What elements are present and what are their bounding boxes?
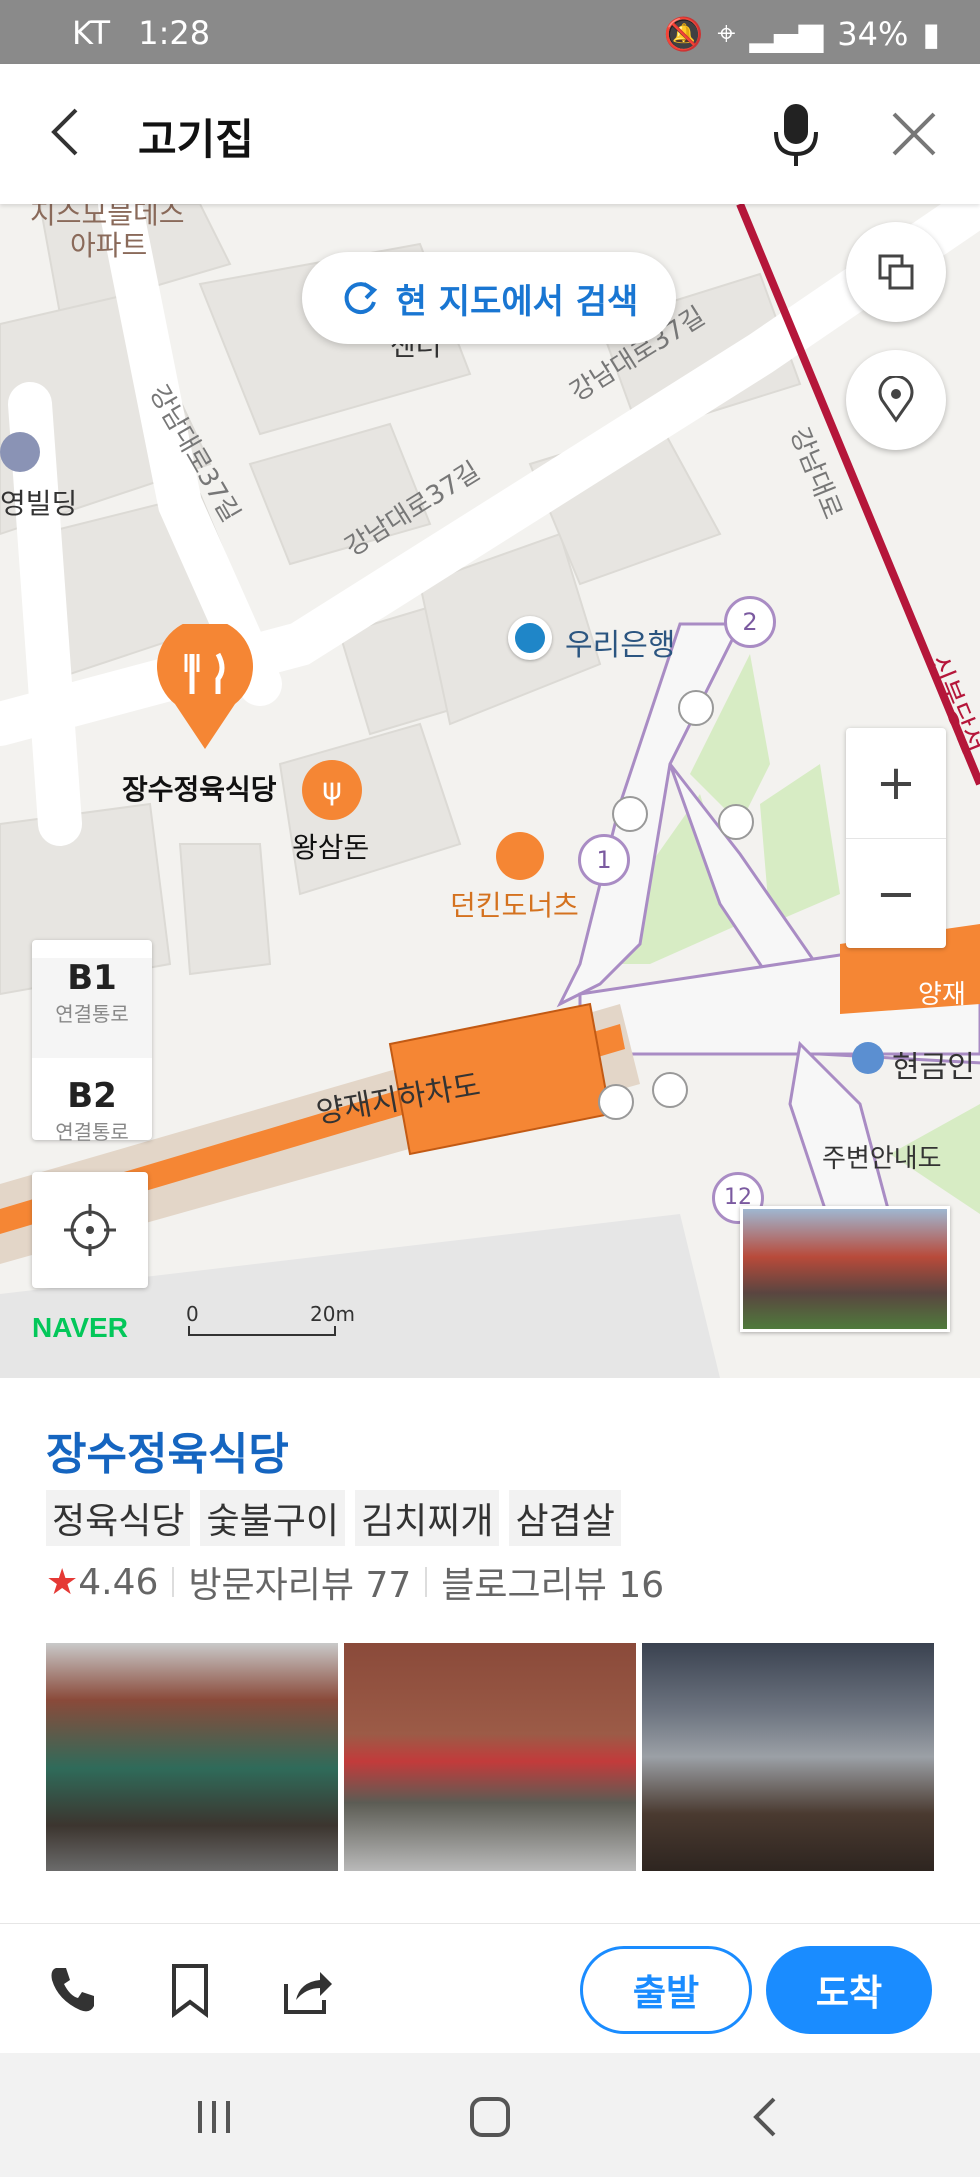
close-icon: [892, 112, 936, 156]
share-icon: [284, 1972, 332, 2014]
voice-search-button[interactable]: [766, 100, 826, 170]
exit-marker-1[interactable]: 1: [578, 834, 630, 886]
system-back-button[interactable]: [746, 2095, 786, 2139]
map-label-restaurant-2[interactable]: 왕삼돈: [292, 826, 369, 866]
building-icon: [0, 432, 40, 472]
visitor-reviews[interactable]: 방문자리뷰 77: [188, 1556, 411, 1608]
place-photos: [46, 1643, 934, 1871]
mute-icon: 🔕: [663, 14, 704, 53]
place-tags: 정육식당 숯불구이 김치찌개 삼겹살: [46, 1490, 621, 1546]
save-button[interactable]: [166, 1962, 214, 2018]
floor-selector: B1 연결통로 B2 연결통로: [32, 940, 152, 1144]
cafe-pin[interactable]: [496, 832, 544, 880]
location-icon: ⌖: [717, 14, 736, 52]
bank-icon: [508, 616, 552, 660]
map-scale: 0 20m: [186, 1302, 355, 1338]
map-label-yang: 양재: [918, 980, 966, 1010]
depart-button[interactable]: 출발: [580, 1946, 752, 2034]
floor-b1[interactable]: B1 연결통로: [32, 958, 152, 1058]
bookmark-icon: [172, 1964, 208, 2018]
scale-zero: 0: [186, 1302, 199, 1326]
search-query[interactable]: 고기집: [138, 106, 254, 167]
restroom-icon: [652, 1072, 688, 1108]
naver-logo: NAVER: [32, 1312, 128, 1343]
my-location-button[interactable]: [32, 1172, 148, 1288]
map-label-restaurant-main[interactable]: 장수정육식당: [122, 768, 277, 808]
home-button[interactable]: [466, 2093, 514, 2141]
recent-apps-icon: [198, 2101, 230, 2133]
clock: 1:28: [138, 14, 211, 52]
place-name[interactable]: 장수정육식당: [46, 1418, 289, 1482]
map-label-apartment: 아파트: [70, 229, 148, 262]
place-tag: 숯불구이: [200, 1490, 345, 1546]
clear-button[interactable]: [884, 104, 944, 164]
scale-distance: 20m: [310, 1302, 355, 1326]
place-tag: 삼겹살: [509, 1490, 621, 1546]
map-label-building: 영빌딩: [0, 487, 78, 520]
arrive-button[interactable]: 도착: [766, 1946, 932, 2034]
floor-level: B2: [67, 1076, 117, 1116]
fork-knife-icon: [157, 618, 253, 749]
action-bar: 출발 도착: [0, 1923, 980, 2054]
carrier-label: KT: [72, 14, 111, 52]
stairs-icon: [718, 804, 754, 840]
system-nav-bar: [0, 2053, 980, 2177]
map-label-donut[interactable]: 던킨도너츠: [450, 884, 579, 924]
place-photo[interactable]: [46, 1643, 338, 1871]
search-this-area-button[interactable]: 현 지도에서 검색: [302, 252, 676, 344]
street-view-thumbnail[interactable]: [740, 1206, 950, 1332]
map-view[interactable]: 지스모블데스 아파트 센터 영빌딩 강남대로37길 강남대로37길 강남대로37…: [0, 204, 980, 1378]
home-icon: [470, 2097, 510, 2137]
restaurant-pin-main[interactable]: [150, 618, 260, 754]
phone-icon: [51, 1968, 94, 2012]
place-tag: 김치찌개: [354, 1490, 500, 1546]
map-label-info: 주변안내도: [822, 1144, 942, 1174]
signal-icon: ▂▄▆: [749, 14, 824, 53]
chevron-left-icon: [753, 2097, 776, 2137]
crosshair-icon: [64, 1204, 116, 1256]
floor-label: 연결통로: [55, 1120, 129, 1144]
place-card[interactable]: 장수정육식당 정육식당 숯불구이 김치찌개 삼겹살 ★4.46 방문자리뷰 77…: [0, 1378, 980, 1923]
recent-apps-button[interactable]: [194, 2097, 234, 2137]
battery-level: 34%: [837, 14, 909, 53]
floor-level: B1: [67, 958, 117, 998]
chevron-left-icon: [51, 108, 78, 156]
blog-reviews[interactable]: 블로그리뷰 16: [441, 1556, 664, 1608]
microphone-icon: [774, 104, 818, 166]
map-pin-icon: [878, 376, 914, 423]
place-tag: 정육식당: [46, 1490, 191, 1546]
layers-icon: [878, 254, 914, 290]
call-button[interactable]: [44, 1962, 100, 2018]
zoom-controls: + −: [846, 728, 946, 948]
rating: ★4.46: [46, 1562, 158, 1603]
status-bar: KT 1:28 🔕 ⌖ ▂▄▆ 34% ▮: [0, 0, 980, 64]
search-header: 고기집: [0, 64, 980, 204]
place-photo[interactable]: [642, 1643, 934, 1871]
atm-icon: [852, 1042, 884, 1074]
battery-icon: ▮: [922, 14, 940, 53]
map-label-atm: 현금인: [892, 1050, 975, 1085]
floor-b2[interactable]: B2 연결통로: [32, 1076, 152, 1176]
map-layer-button[interactable]: [846, 222, 946, 322]
refresh-icon: [344, 282, 377, 315]
zoom-in-button[interactable]: +: [846, 728, 946, 839]
restaurant-pin-2[interactable]: ψ: [302, 760, 362, 820]
place-photo[interactable]: [344, 1643, 636, 1871]
search-this-area-label: 현 지도에서 검색: [395, 281, 639, 322]
floor-label: 연결통로: [55, 1002, 129, 1026]
stairs-icon: [598, 1084, 634, 1120]
stairs-icon: [612, 796, 648, 832]
rating-value: 4.46: [78, 1561, 159, 1603]
star-icon: ★: [46, 1561, 79, 1603]
place-meta: ★4.46 방문자리뷰 77 블로그리뷰 16: [46, 1556, 664, 1608]
map-label-bank: 우리은행: [565, 628, 676, 663]
zoom-out-button[interactable]: −: [846, 839, 946, 949]
share-button[interactable]: [280, 1962, 336, 2018]
exit-marker-2[interactable]: 2: [724, 596, 776, 648]
fork-knife-icon: ψ: [322, 772, 342, 807]
stairs-icon: [678, 690, 714, 726]
back-button[interactable]: [38, 102, 98, 162]
location-pin-button[interactable]: [846, 350, 946, 450]
